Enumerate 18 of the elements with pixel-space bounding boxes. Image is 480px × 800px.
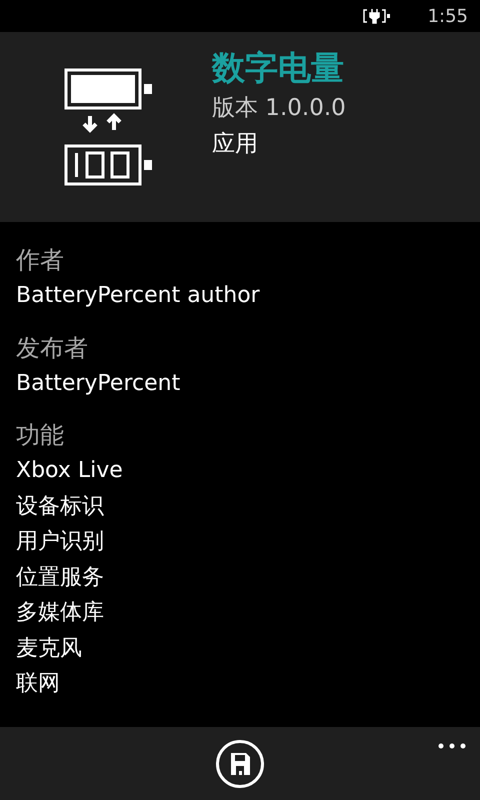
section-heading: 发布者 — [16, 332, 89, 364]
app-version: 版本 1.0.0.0 — [212, 94, 346, 123]
section-value: BatteryPercent — [16, 370, 182, 398]
clock-time: 1:55 — [428, 6, 468, 26]
section-value: 联网 — [16, 670, 61, 698]
section-value: 位置服务 — [16, 564, 105, 592]
app-title: 数字电量 — [212, 47, 345, 89]
section-value: Xbox Live — [16, 457, 124, 485]
section-heading: 功能 — [16, 420, 65, 451]
section-value: BatteryPercent author — [16, 282, 261, 310]
section-value: 多媒体库 — [16, 599, 105, 627]
more-icon — [438, 743, 466, 749]
section-value: 麦克风 — [16, 634, 83, 662]
section-value: 用户识别 — [16, 528, 105, 556]
save-button[interactable] — [216, 740, 264, 788]
app-type: 应用 — [212, 130, 259, 159]
section-value: 设备标识 — [16, 492, 105, 520]
section-heading: 作者 — [16, 245, 65, 276]
